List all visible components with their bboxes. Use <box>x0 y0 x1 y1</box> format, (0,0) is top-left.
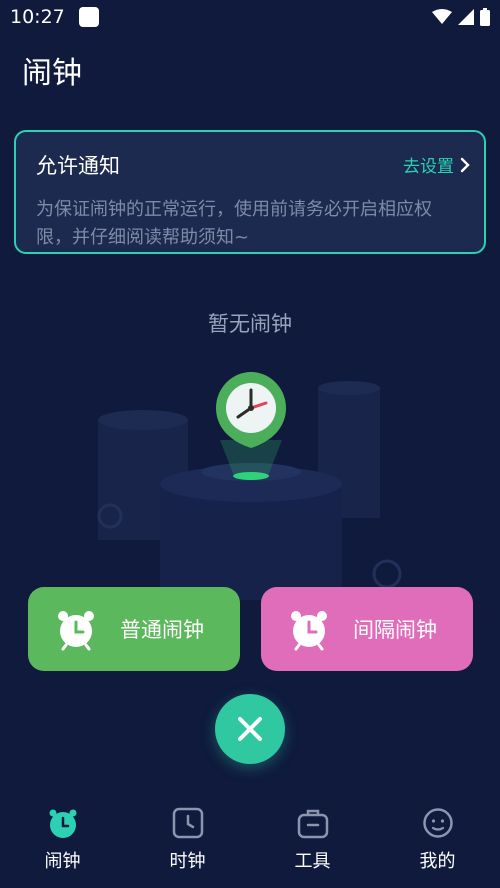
face-icon <box>420 805 456 841</box>
clock-icon <box>170 805 206 841</box>
signal-icon <box>458 9 474 25</box>
normal-alarm-label: 普通闹钟 <box>120 618 204 642</box>
chevron-right-icon <box>460 157 470 172</box>
notification-permission-card[interactable]: 允许通知 去设置 为保证闹钟的正常运行，使用前请务必开启相应权限，并仔细阅读帮助… <box>14 130 486 254</box>
nav-label-clock: 时钟 <box>169 851 206 872</box>
nav-label-tools: 工具 <box>294 851 331 872</box>
status-time: 10:27 <box>10 6 65 28</box>
toolbox-icon <box>295 805 331 841</box>
nav-item-mine[interactable]: 我的 <box>375 805 500 888</box>
alarm-clock-icon <box>58 611 94 651</box>
interval-alarm-button[interactable]: 间隔闹钟 <box>261 587 473 671</box>
notification-icon <box>78 7 99 27</box>
wifi-icon <box>432 9 452 24</box>
empty-alarm-illustration <box>97 372 402 600</box>
nav-item-tools[interactable]: 工具 <box>250 805 375 888</box>
go-settings-label: 去设置 <box>403 157 454 177</box>
close-menu-button[interactable] <box>215 694 285 764</box>
clock-badge-icon <box>216 372 286 448</box>
go-settings-link[interactable]: 去设置 <box>403 152 470 177</box>
battery-icon <box>480 8 490 26</box>
close-icon <box>238 717 262 741</box>
interval-alarm-label: 间隔闹钟 <box>353 618 437 642</box>
notice-title: 允许通知 <box>36 154 120 178</box>
nav-item-alarm[interactable]: 闹钟 <box>0 805 125 888</box>
status-bar: 10:27 <box>0 0 500 34</box>
page-title: 闹钟 <box>22 56 82 91</box>
empty-state-text: 暂无闹钟 <box>208 312 292 336</box>
alarm-clock-icon <box>291 611 327 651</box>
nav-item-clock[interactable]: 时钟 <box>125 805 250 888</box>
nav-label-mine: 我的 <box>419 851 456 872</box>
alarm-icon <box>45 805 81 841</box>
bottom-navigation: 闹钟 时钟 工具 我的 <box>0 805 500 888</box>
normal-alarm-button[interactable]: 普通闹钟 <box>28 587 240 671</box>
status-indicators <box>432 8 490 26</box>
notice-description: 为保证闹钟的正常运行，使用前请务必开启相应权限，并仔细阅读帮助须知~ <box>36 199 432 248</box>
nav-label-alarm: 闹钟 <box>44 851 81 872</box>
